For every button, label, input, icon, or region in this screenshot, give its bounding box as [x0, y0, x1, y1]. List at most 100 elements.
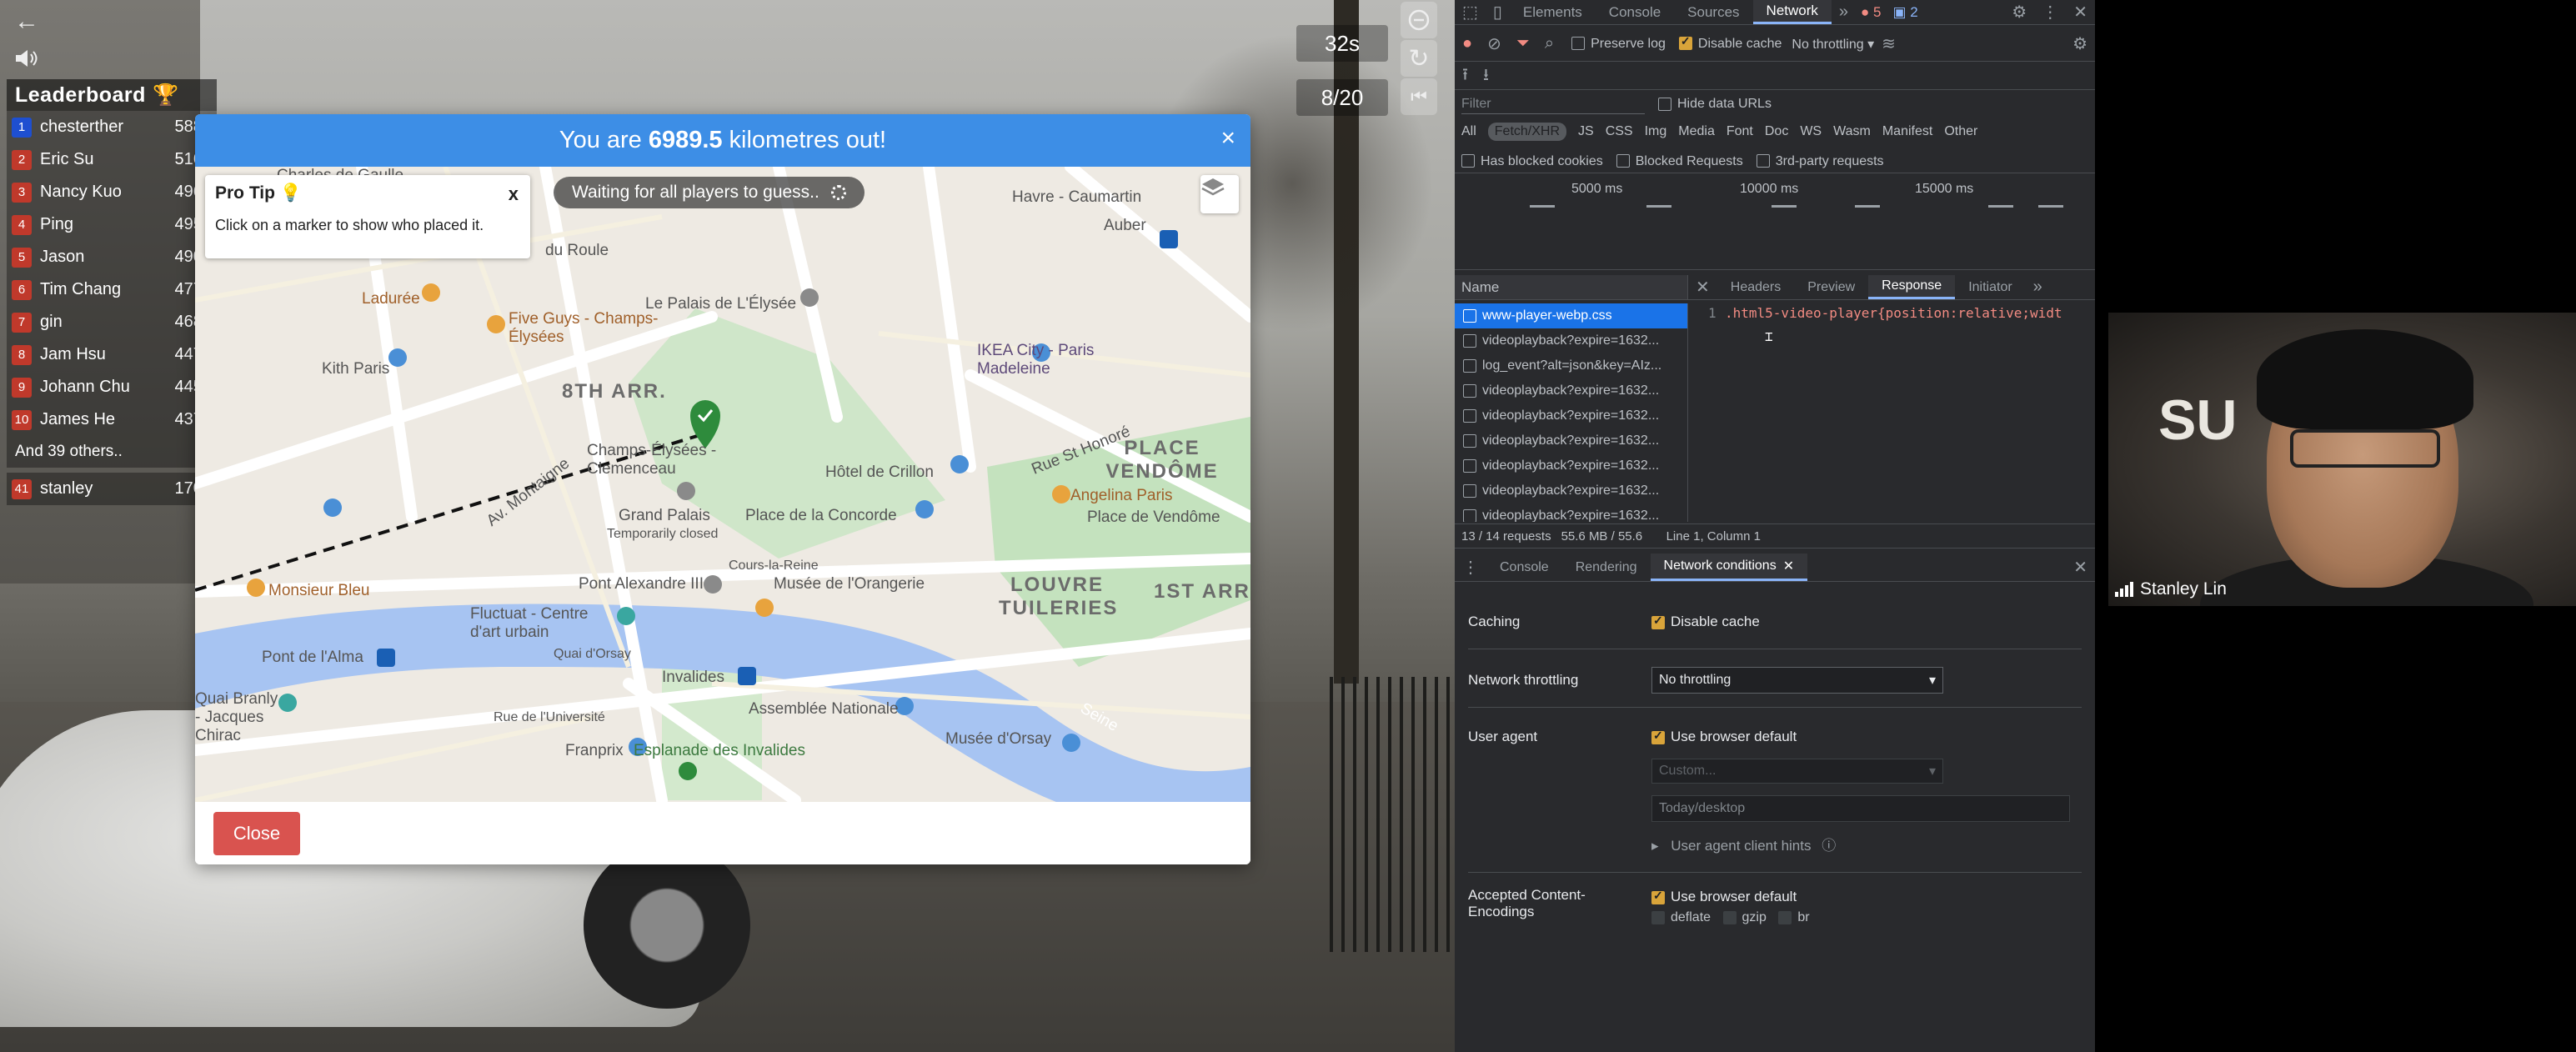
map-poi-orangerie[interactable]	[755, 599, 774, 617]
deflate-checkbox[interactable]	[1651, 910, 1665, 924]
ua-default-checkbox[interactable]: Use browser default	[1651, 729, 1797, 745]
devtools-tab-network[interactable]: Network	[1752, 0, 1832, 24]
drawer-tab-rendering[interactable]: Rendering	[1562, 554, 1651, 581]
throttling-dropdown[interactable]: No throttling ▾	[1651, 667, 1943, 694]
drawer-menu-icon[interactable]: ⋮	[1462, 557, 1479, 578]
close-icon[interactable]: ×	[1220, 124, 1235, 153]
close-devtools-icon[interactable]: ✕	[2073, 2, 2087, 23]
wifi-icon[interactable]: ≋	[1882, 33, 1896, 54]
request-row[interactable]: videoplayback?expire=1632...	[1455, 403, 1687, 428]
map-poi-palais-elysee[interactable]	[800, 288, 819, 307]
type-filter-img[interactable]: Img	[1645, 124, 1667, 139]
encodings-default-checkbox[interactable]: Use browser default	[1651, 889, 1797, 905]
ua-client-hints-toggle[interactable]: ▸ User agent client hints ⓘ	[1651, 834, 1836, 854]
gzip-checkbox[interactable]	[1722, 910, 1737, 924]
restart-icon[interactable]: ↻	[1401, 40, 1437, 77]
request-row[interactable]: videoplayback?expire=1632...	[1455, 503, 1687, 522]
map-poi-esplanade[interactable]	[679, 762, 697, 780]
br-checkbox[interactable]	[1778, 910, 1792, 924]
map-poi-kith-area[interactable]	[323, 498, 342, 517]
map-poi-grand-palais[interactable]	[677, 482, 695, 500]
map-poi-pont-alexandre[interactable]	[704, 575, 722, 594]
result-map[interactable]: Charles de Gaulle Havre - Caumartin Aube…	[195, 167, 1250, 802]
import-icon[interactable]: ⭱	[1462, 63, 1468, 91]
request-row[interactable]: videoplayback?expire=1632...	[1455, 478, 1687, 503]
type-filter-doc[interactable]: Doc	[1765, 124, 1788, 139]
type-filter-all[interactable]: All	[1461, 124, 1476, 139]
has-blocked-cookies-checkbox[interactable]: Has blocked cookies	[1461, 154, 1603, 169]
type-filter-ws[interactable]: WS	[1800, 124, 1822, 139]
drawer-tab-network-conditions[interactable]: Network conditions ✕	[1650, 554, 1808, 581]
map-poi-angelina[interactable]	[1052, 485, 1070, 503]
compass-icon[interactable]	[1401, 2, 1437, 38]
filter-input[interactable]: Filter	[1461, 94, 1645, 114]
request-row[interactable]: videoplayback?expire=1632...	[1455, 428, 1687, 453]
filter-icon[interactable]: ⏷	[1516, 34, 1530, 53]
request-checkbox[interactable]	[1463, 334, 1476, 348]
type-filter-other[interactable]: Other	[1944, 124, 1977, 139]
export-icon[interactable]: ⭳	[1483, 63, 1489, 91]
blocked-requests-checkbox[interactable]: Blocked Requests	[1616, 154, 1743, 169]
request-checkbox[interactable]	[1463, 509, 1476, 522]
map-poi-five-guys[interactable]	[487, 315, 505, 333]
more-tabs-icon[interactable]: »	[1839, 3, 1848, 22]
map-poi-pont-alma[interactable]	[377, 649, 395, 667]
hide-data-urls-checkbox[interactable]: Hide data URLs	[1658, 97, 1772, 112]
detail-tab-preview[interactable]: Preview	[1794, 275, 1868, 299]
request-checkbox[interactable]	[1463, 359, 1476, 373]
map-poi-concorde[interactable]	[915, 500, 934, 518]
clear-icon[interactable]: ⊘	[1487, 33, 1501, 54]
search-icon[interactable]: ⌕	[1545, 34, 1554, 53]
type-filter-js[interactable]: JS	[1578, 124, 1594, 139]
detail-tab-response[interactable]: Response	[1868, 275, 1956, 299]
type-filter-wasm[interactable]: Wasm	[1833, 124, 1871, 139]
map-poi-invalides-metro[interactable]	[738, 667, 756, 685]
request-checkbox[interactable]	[1463, 384, 1476, 398]
detail-tab-initiator[interactable]: Initiator	[1955, 275, 2025, 299]
back-arrow-icon[interactable]: ←	[8, 3, 45, 40]
throttling-select[interactable]: No throttling ▾	[1792, 36, 1874, 53]
more-detail-tabs-icon[interactable]: »	[2033, 278, 2042, 297]
close-tab-icon[interactable]: ✕	[1783, 558, 1794, 574]
settings-icon[interactable]: ⚙	[2012, 2, 2027, 23]
request-checkbox[interactable]	[1463, 409, 1476, 423]
map-poi-musee-orsay[interactable]	[1062, 734, 1080, 752]
pro-tip-close-button[interactable]: x	[509, 183, 519, 205]
request-row[interactable]: log_event?alt=json&key=AIz...	[1455, 353, 1687, 378]
inspect-icon[interactable]: ⬚	[1462, 2, 1478, 23]
map-poi-crillon[interactable]	[950, 455, 969, 473]
third-party-checkbox[interactable]: 3rd-party requests	[1756, 154, 1884, 169]
timeline-overview[interactable]: 5000 ms 10000 ms 15000 ms	[1455, 177, 2095, 270]
record-icon[interactable]: ●	[1462, 34, 1472, 53]
map-poi-fluctuat[interactable]	[617, 607, 635, 625]
drawer-tab-console[interactable]: Console	[1486, 554, 1562, 581]
disable-cache-checkbox[interactable]: Disable cache	[1678, 34, 1782, 52]
close-button[interactable]: Close	[213, 812, 300, 855]
map-layers-button[interactable]	[1200, 175, 1239, 213]
request-row[interactable]: videoplayback?expire=1632...	[1455, 378, 1687, 403]
request-checkbox[interactable]	[1463, 484, 1476, 498]
type-filter-font[interactable]: Font	[1727, 124, 1753, 139]
name-column-header[interactable]: Name	[1455, 275, 1688, 299]
type-filter-manifest[interactable]: Manifest	[1882, 124, 1932, 139]
request-row[interactable]: videoplayback?expire=1632...	[1455, 328, 1687, 353]
error-badge[interactable]: ● 5	[1861, 4, 1881, 21]
sound-icon[interactable]	[8, 40, 45, 77]
close-drawer-icon[interactable]: ✕	[2073, 557, 2087, 578]
webcam-tile[interactable]: SU Stanley Lin	[2108, 313, 2576, 606]
message-badge[interactable]: ▣ 2	[1893, 4, 1918, 21]
device-toggle-icon[interactable]: ▯	[1493, 2, 1502, 23]
close-details-icon[interactable]: ✕	[1696, 277, 1710, 298]
response-viewer[interactable]: 1 .html5-video-player{position:relative;…	[1690, 303, 2095, 522]
caching-checkbox[interactable]: Disable cache	[1651, 614, 1760, 630]
devtools-tab-console[interactable]: Console	[1596, 0, 1674, 24]
network-settings-icon[interactable]: ⚙	[2072, 33, 2087, 54]
map-poi-laduree[interactable]	[422, 283, 440, 302]
request-checkbox[interactable]	[1463, 459, 1476, 473]
request-checkbox[interactable]	[1463, 434, 1476, 448]
map-poi-kith[interactable]	[388, 348, 407, 367]
detail-tab-headers[interactable]: Headers	[1717, 275, 1794, 299]
devtools-tab-sources[interactable]: Sources	[1674, 0, 1752, 24]
type-filter-css[interactable]: CSS	[1606, 124, 1633, 139]
type-filter-media[interactable]: Media	[1678, 124, 1715, 139]
